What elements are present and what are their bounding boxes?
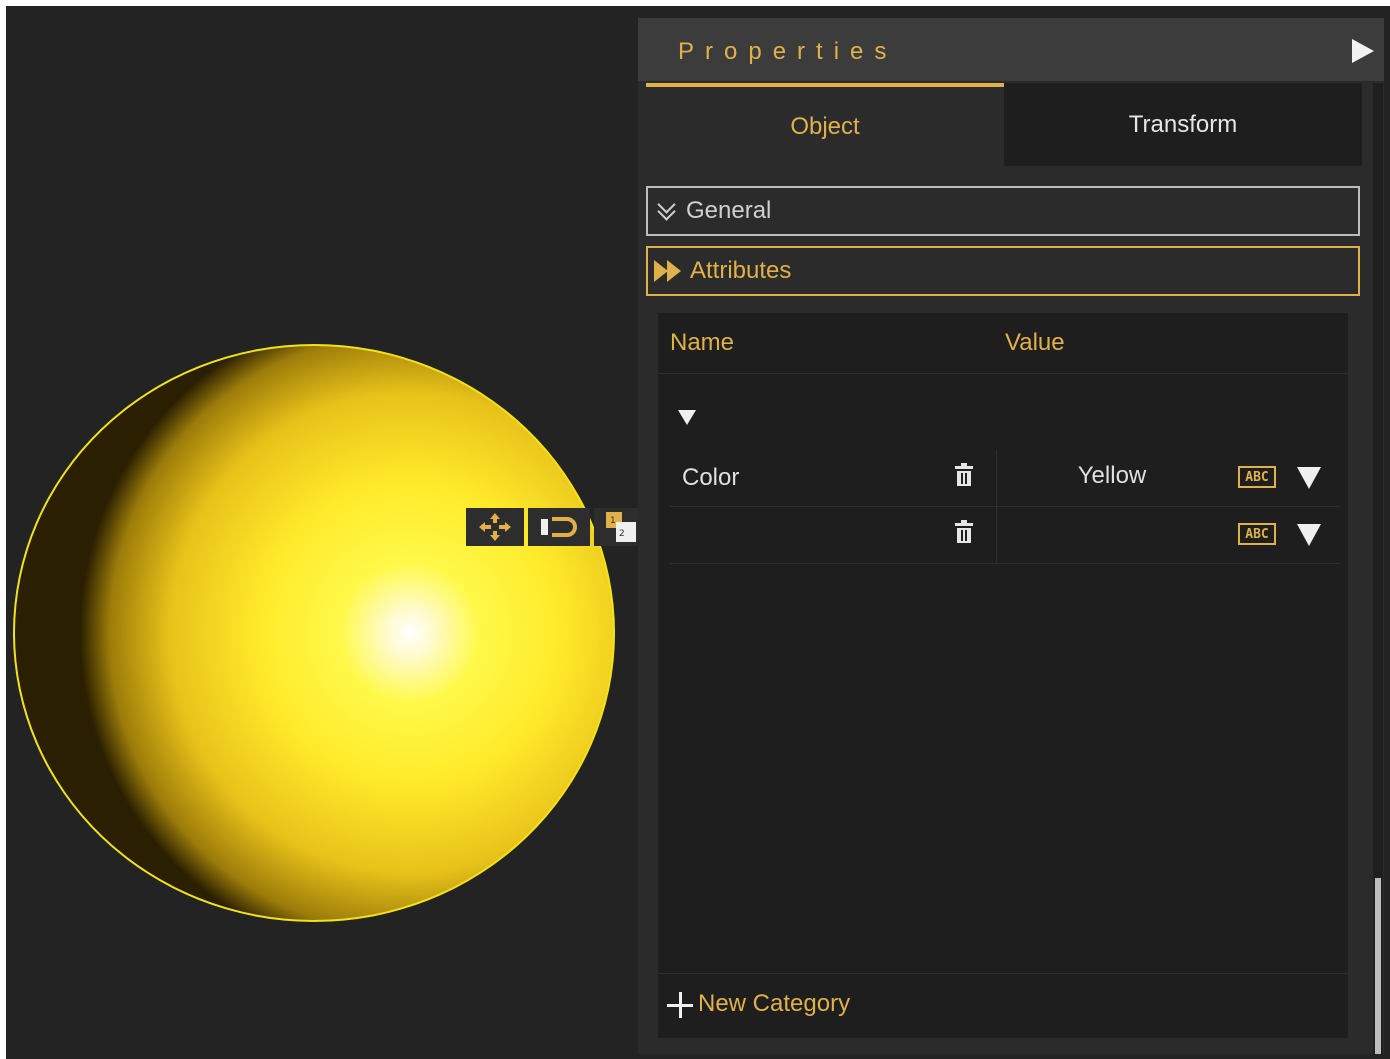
plus-icon (667, 992, 693, 1018)
new-category-button[interactable]: New Category (658, 973, 1348, 1039)
snap-button[interactable] (528, 508, 590, 546)
section-general[interactable]: General (646, 186, 1360, 236)
tab-object[interactable]: Object (646, 83, 1004, 166)
attributes-table: Name Value Color Yellow ABC ABC New Cate… (658, 313, 1348, 1038)
column-divider (996, 450, 997, 506)
dropdown-arrow-icon[interactable] (1297, 524, 1321, 546)
table-header: Name Value (658, 313, 1348, 374)
trash-icon[interactable] (955, 463, 973, 486)
snap-magnet-icon (541, 517, 577, 537)
table-row: ABC (670, 507, 1340, 564)
tab-transform[interactable]: Transform (1004, 83, 1362, 166)
move-icon (479, 513, 511, 541)
column-header-value: Value (1005, 329, 1065, 356)
double-chevron-down-icon (654, 195, 680, 222)
selected-sphere[interactable] (13, 344, 615, 922)
trash-icon[interactable] (955, 520, 973, 543)
section-attributes-label: Attributes (690, 257, 792, 284)
fast-forward-icon (654, 260, 684, 282)
collapse-panel-icon[interactable] (1352, 39, 1374, 63)
panel-title: Properties (678, 38, 898, 65)
table-row: Color Yellow ABC (670, 450, 1340, 507)
new-category-label: New Category (698, 990, 851, 1017)
text-type-icon[interactable]: ABC (1238, 523, 1276, 545)
order-icon: 1 2 (606, 512, 636, 542)
dropdown-arrow-icon[interactable] (1297, 467, 1321, 489)
section-attributes[interactable]: Attributes (646, 246, 1360, 296)
attribute-name[interactable]: Color (682, 464, 739, 492)
column-divider (996, 507, 997, 563)
text-type-icon[interactable]: ABC (1238, 466, 1276, 488)
attribute-value[interactable]: Yellow (1007, 462, 1217, 490)
svg-text:1: 1 (610, 516, 616, 526)
move-tool-button[interactable] (466, 508, 524, 546)
scrollbar-thumb[interactable] (1375, 878, 1381, 1054)
section-general-label: General (686, 197, 772, 224)
svg-text:2: 2 (619, 529, 625, 539)
column-header-name: Name (670, 329, 735, 356)
panel-header: Properties (638, 18, 1384, 81)
category-expand-icon[interactable] (678, 410, 696, 425)
properties-panel: Properties Object Transform General Attr… (638, 18, 1384, 1054)
